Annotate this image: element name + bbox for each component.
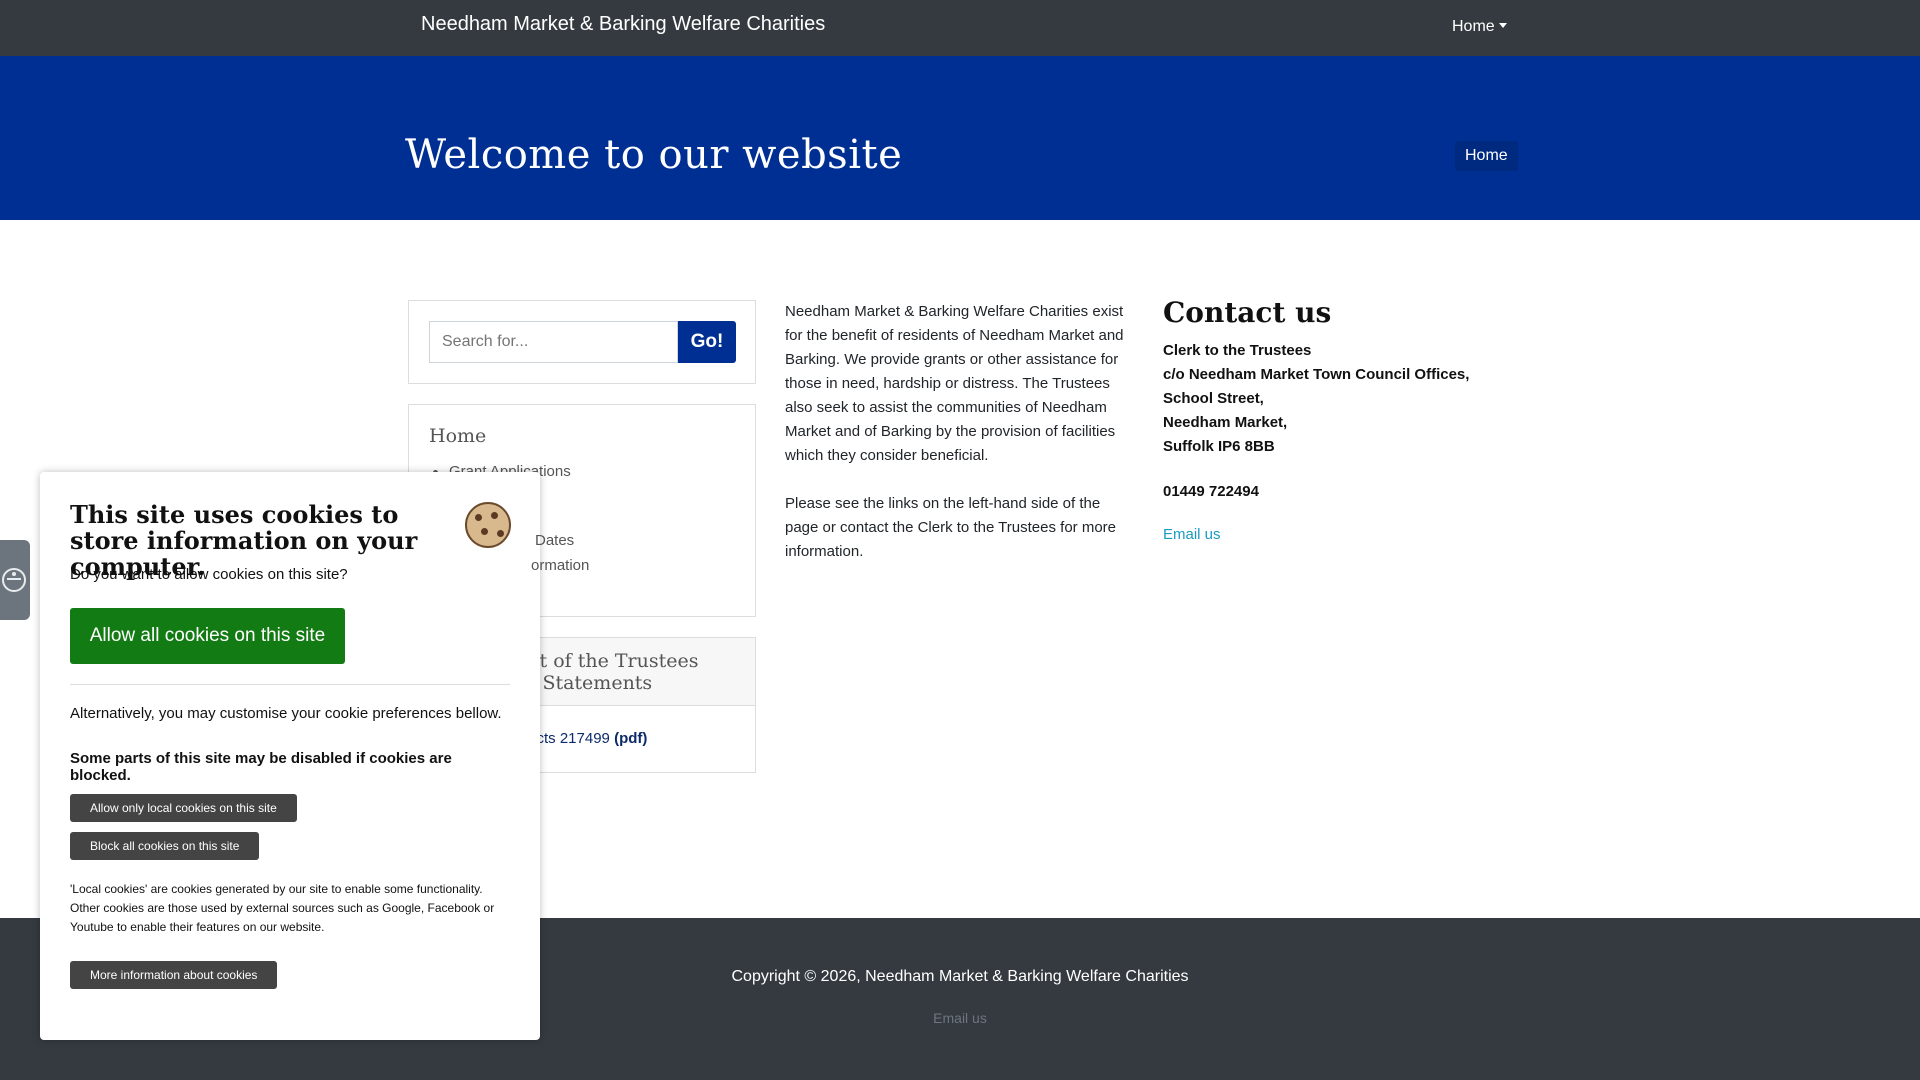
search-card: Go! [408,300,756,384]
contact-line: Suffolk IP6 8BB [1163,438,1275,455]
block-all-cookies-button[interactable]: Block all cookies on this site [70,832,260,860]
report-link-suffix: (pdf) [614,730,648,747]
cookie-consent-dialog: This site uses cookies to store informat… [40,472,540,1040]
chevron-down-icon [1498,23,1507,28]
contact-address: Clerk to the Trustees c/o Needham Market… [1163,339,1469,459]
contact-email-link[interactable]: Email us [1163,526,1221,543]
more-cookie-info-button[interactable]: More information about cookies [70,961,278,989]
contact-title: Contact us [1163,296,1332,329]
site-brand[interactable]: Needham Market & Barking Welfare Chariti… [421,13,825,36]
cookie-divider [70,684,510,685]
accessibility-tab[interactable] [0,540,30,620]
breadcrumb[interactable]: Home [1455,141,1518,171]
cookie-note: 'Local cookies' are cookies generated by… [70,882,495,934]
intro-text: Needham Market & Barking Welfare Chariti… [785,300,1135,564]
contact-line: c/o Needham Market Town Council Offices, [1163,366,1470,383]
intro-paragraph-2: Please see the links on the left-hand si… [785,495,1116,560]
allow-all-cookies-button[interactable]: Allow all cookies on this site [70,608,345,664]
contact-line: School Street, [1163,390,1264,407]
hero-banner: Welcome to our website Home [0,56,1920,220]
side-menu-title[interactable]: Home [429,425,486,447]
page-title: Welcome to our website [405,132,903,178]
cookie-icon [465,502,511,548]
intro-paragraph-1: Needham Market & Barking Welfare Chariti… [785,303,1124,464]
top-navbar: Needham Market & Barking Welfare Chariti… [0,0,1920,56]
nav-home-label: Home [1452,18,1495,35]
allow-local-cookies-button[interactable]: Allow only local cookies on this site [70,794,297,822]
nav-home-dropdown[interactable]: Home [1452,18,1507,36]
footer-email-label[interactable]: Email us [933,1010,987,1026]
side-menu-item-information[interactable]: ormation [531,557,589,574]
cookie-question: Do you want to allow cookies on this sit… [70,566,348,583]
contact-phone: 01449 722494 [1163,483,1259,500]
side-menu-item-dates[interactable]: Dates [535,532,574,549]
accessibility-icon [2,568,26,592]
cookie-warning-text: Some parts of this site may be disabled … [70,750,452,784]
cookie-alternative-text: Alternatively, you may customise your co… [70,705,502,722]
contact-line: Needham Market, [1163,414,1288,431]
contact-line: Clerk to the Trustees [1163,342,1312,359]
search-input[interactable] [429,321,678,363]
search-button[interactable]: Go! [678,321,736,363]
